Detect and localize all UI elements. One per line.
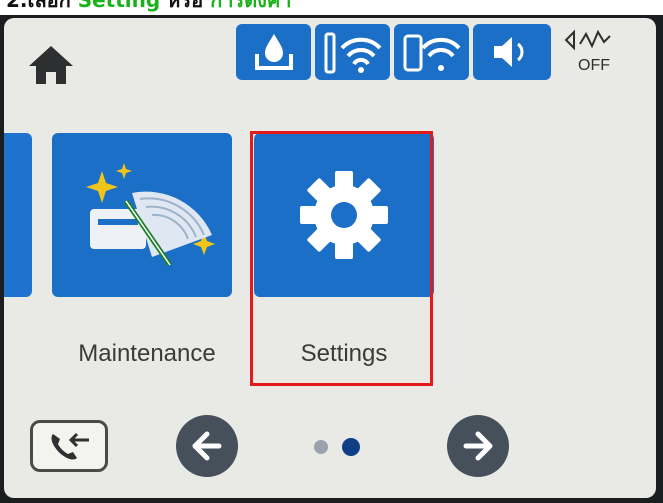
arrow-left-icon [192, 431, 222, 461]
caption-prefix: 2.เลือก [6, 0, 78, 12]
phone-forward-icon [51, 432, 89, 460]
status-bar: OFF [236, 24, 656, 80]
home-button[interactable] [26, 40, 76, 90]
maintenance-icon [86, 163, 215, 267]
next-page-button[interactable] [447, 415, 509, 477]
ink-level-icon [254, 34, 293, 70]
maintenance-label: Maintenance [78, 340, 216, 367]
caption-thai-setting-word: การตั้งค่า [210, 0, 292, 12]
selection-highlight-box [250, 131, 433, 386]
page-dot-1 [314, 440, 328, 454]
ink-level-button[interactable] [236, 24, 311, 80]
caption-middle: หรือ [160, 0, 211, 12]
previous-page-button[interactable] [176, 415, 238, 477]
printer-lcd-screen: OFF Maintenance Settings [4, 18, 656, 498]
fax-forward-button[interactable] [30, 420, 108, 472]
eco-off-icon: OFF [564, 29, 611, 74]
page-dot-2-active [342, 438, 360, 456]
previous-tile-edge[interactable] [4, 133, 32, 297]
wifi-direct-icon [403, 34, 460, 72]
eco-mode-button[interactable]: OFF [555, 24, 621, 80]
page-indicator [314, 438, 360, 456]
caption-setting-word: Setting [77, 0, 161, 12]
maintenance-tile[interactable] [52, 133, 232, 297]
wifi-status-button[interactable] [315, 24, 390, 80]
home-icon [29, 46, 73, 84]
bottom-navigation [4, 403, 656, 498]
arrow-right-icon [463, 431, 493, 461]
instruction-caption: 2.เลือก Setting หรือ การตั้งค่า [0, 0, 663, 15]
sound-button[interactable] [473, 24, 551, 80]
wifi-icon [324, 32, 381, 74]
sound-icon [494, 37, 524, 67]
svg-text:OFF: OFF [578, 57, 610, 74]
wifi-direct-button[interactable] [394, 24, 469, 80]
